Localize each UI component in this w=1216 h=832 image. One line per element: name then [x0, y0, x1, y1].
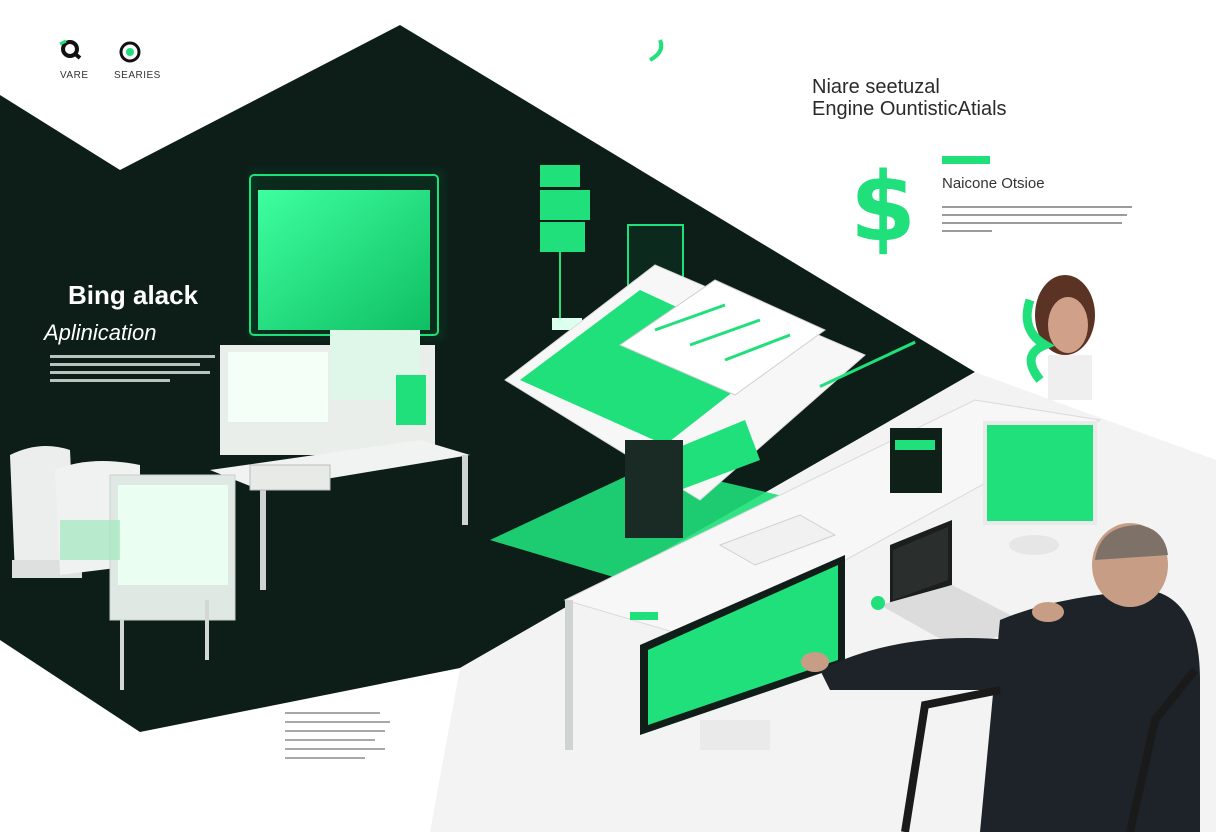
hero-body-text-block: [50, 355, 220, 382]
nav-label-left[interactable]: VARE: [60, 70, 89, 81]
nav-label-right[interactable]: SEARIES: [114, 70, 161, 81]
top-right-line1: Niare seetuzal: [812, 76, 940, 98]
top-right-line2: Engine OuntisticAtials: [812, 98, 1007, 120]
q-logo-icon[interactable]: [56, 38, 86, 62]
woman-figure: [1035, 275, 1095, 400]
wall-monitor: [249, 171, 443, 338]
dollar-icon: $: [850, 150, 916, 263]
hero-subtitle: Aplinication: [44, 320, 157, 345]
feature-body-text-block: [942, 206, 1137, 232]
caption-text-block: [285, 712, 395, 759]
office-illustration: [0, 25, 1216, 832]
green-dash: [942, 156, 990, 164]
green-arc: [649, 39, 664, 62]
svg-text:$: $: [850, 153, 910, 255]
feature-title: Naicone Otsioe: [942, 175, 1045, 192]
eye-icon[interactable]: [118, 40, 142, 64]
hero-title: Bing alack: [68, 280, 199, 310]
